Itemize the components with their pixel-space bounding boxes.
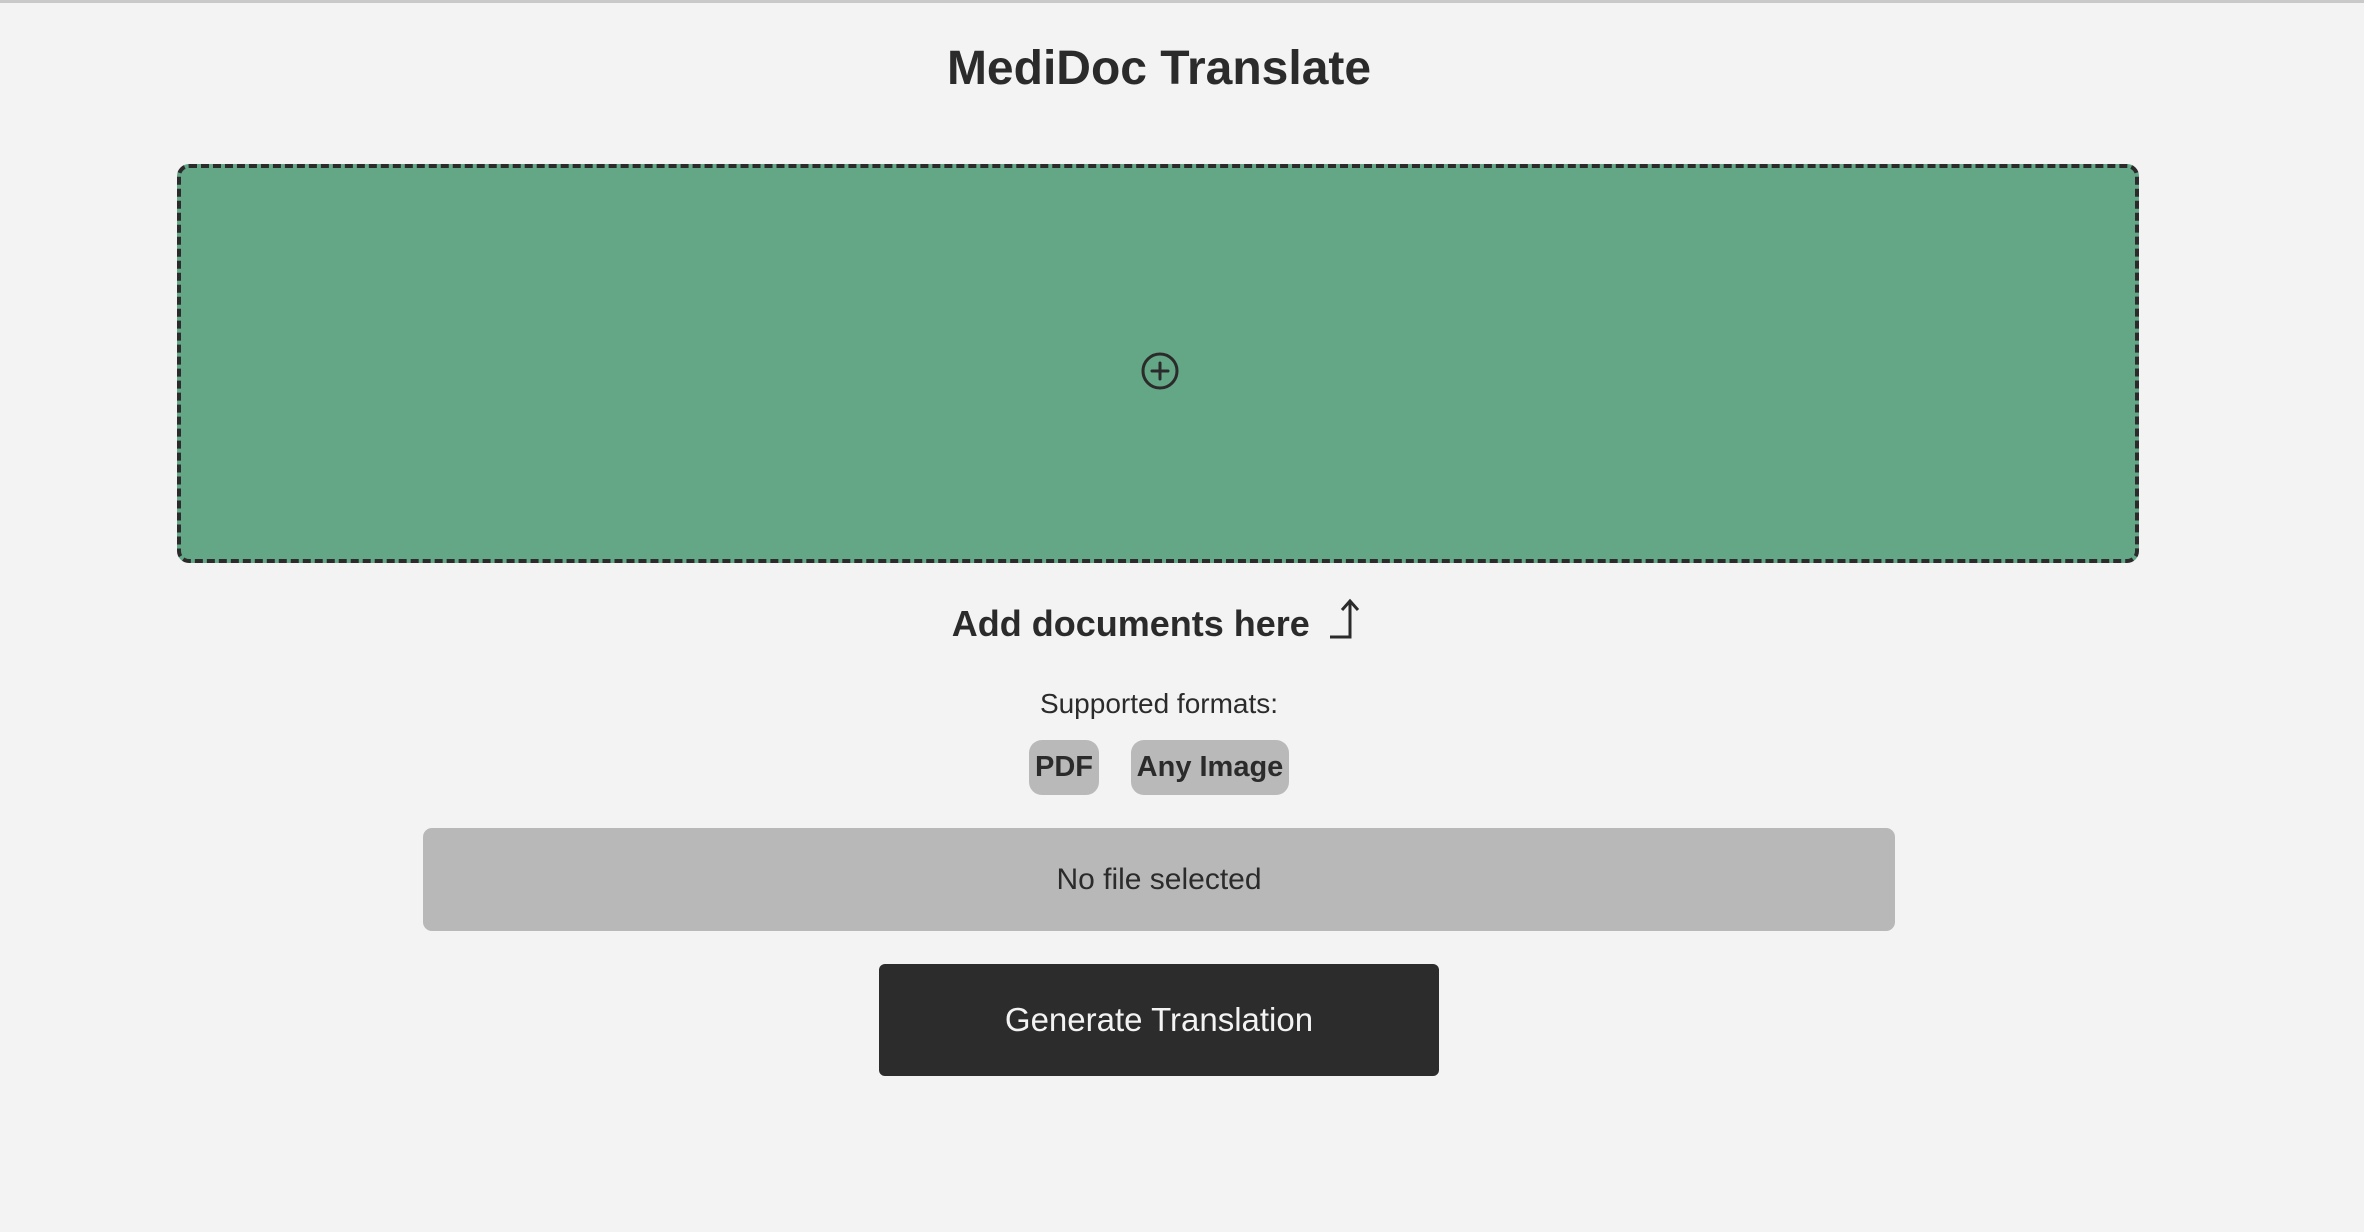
- format-badge-pdf: PDF: [1029, 740, 1099, 795]
- top-divider: [0, 0, 2364, 3]
- add-documents-label: Add documents here: [951, 603, 1310, 644]
- add-documents-row: Add documents here: [0, 594, 2318, 654]
- selected-file-status: No file selected: [423, 828, 1895, 931]
- page-title: MediDoc Translate: [946, 42, 1372, 95]
- supported-formats-label: Supported formats:: [1039, 688, 1279, 719]
- upload-arrow-icon: [1330, 598, 1360, 639]
- plus-circle-icon[interactable]: [1140, 351, 1180, 391]
- generate-translation-button[interactable]: Generate Translation: [879, 964, 1439, 1076]
- file-dropzone[interactable]: [177, 164, 2139, 563]
- format-badge-image: Any Image: [1131, 740, 1289, 795]
